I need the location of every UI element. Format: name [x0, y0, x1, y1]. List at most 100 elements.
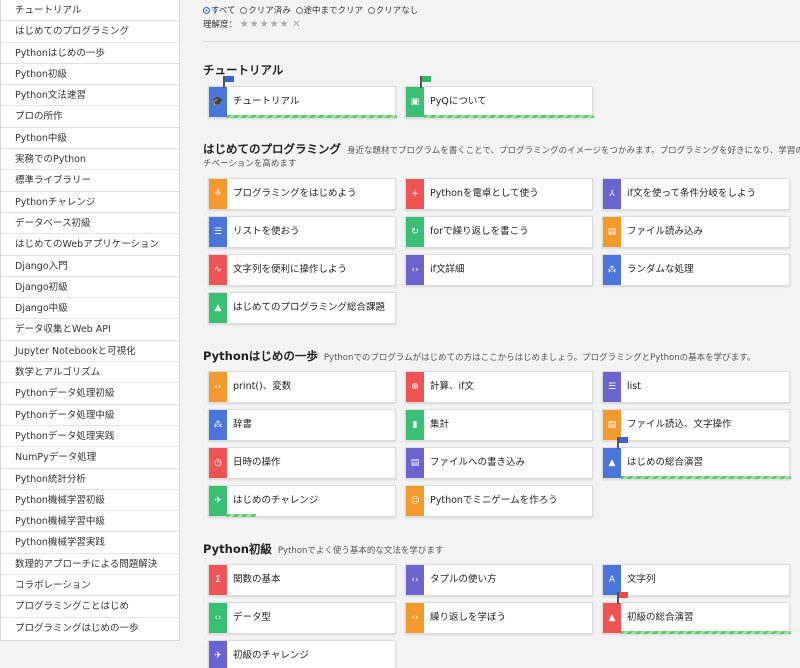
- flag-icon: [223, 76, 235, 88]
- lesson-icon: ▲: [603, 448, 621, 478]
- flag-icon: [617, 437, 629, 449]
- lesson-card[interactable]: ✈ はじめのチャレンジ: [208, 485, 396, 517]
- progress-bar: [227, 115, 397, 118]
- lesson-icon: ▤: [603, 217, 621, 247]
- lesson-icon: ‹›: [406, 565, 424, 595]
- sidebar-item[interactable]: Python中級: [1, 128, 179, 150]
- lesson-card[interactable]: ▮ 集計: [405, 409, 593, 441]
- lesson-card[interactable]: ▲ はじめの総合演習: [602, 437, 791, 479]
- lesson-title: 文字列を便利に操作しよう: [233, 264, 348, 275]
- lesson-icon: ☰: [603, 372, 621, 402]
- rating-stars[interactable]: ★★★★★: [240, 19, 290, 30]
- sidebar-item[interactable]: Pythonデータ処理中級: [1, 405, 179, 426]
- sidebar-item[interactable]: データ収集とWeb API: [1, 319, 179, 341]
- lesson-card[interactable]: ≛ プログラミングをはじめよう: [208, 178, 396, 210]
- sidebar-item[interactable]: プログラミングはじめの一歩: [1, 618, 179, 639]
- sidebar-item[interactable]: Python初級: [1, 64, 179, 86]
- sidebar-item[interactable]: プロの所作: [1, 106, 179, 128]
- divider: [203, 41, 800, 42]
- lesson-card[interactable]: ⊕ 計算、if文: [405, 371, 593, 403]
- lesson-card[interactable]: ▤ ファイル読込、文字操作: [602, 409, 790, 441]
- lesson-card[interactable]: ▤ ファイルへの書き込み: [405, 447, 593, 479]
- lesson-icon: ⁂: [209, 410, 227, 440]
- lesson-icon: ▤: [603, 410, 621, 440]
- lesson-card[interactable]: ∿ 文字列を便利に操作しよう: [208, 254, 396, 286]
- lesson-title: 初級の総合演習: [627, 612, 694, 623]
- filter-cleared[interactable]: クリア済み: [240, 6, 291, 16]
- sidebar-item[interactable]: Django初級: [1, 277, 179, 299]
- lesson-card[interactable]: ▣ PyQについて: [405, 76, 594, 118]
- lesson-title: 日時の操作: [233, 457, 281, 468]
- sidebar-item[interactable]: NumPyデータ処理: [1, 447, 179, 469]
- lesson-title: if文を使って条件分岐をしよう: [627, 188, 757, 199]
- sidebar-item[interactable]: 数理的アプローチによる問題解決: [1, 554, 179, 576]
- lesson-card[interactable]: A 文字列: [602, 564, 790, 596]
- filter-none[interactable]: クリアなし: [367, 6, 418, 16]
- sidebar-item[interactable]: Python機械学習中級: [1, 511, 179, 533]
- lesson-card[interactable]: ☰ リストを使おう: [208, 216, 396, 248]
- lesson-card[interactable]: ▤ ファイル読み込み: [602, 216, 790, 248]
- lesson-icon: ▲: [209, 293, 227, 323]
- lesson-card[interactable]: 🎓 チュートリアル: [208, 76, 397, 118]
- lesson-title: ランダムな処理: [627, 264, 694, 275]
- sidebar-item[interactable]: 標準ライブラリー: [1, 170, 179, 192]
- sidebar-item[interactable]: はじめてのWebアプリケーション: [1, 234, 179, 256]
- lesson-card[interactable]: ⁂ ランダムな処理: [602, 254, 790, 286]
- lesson-icon: ‹›: [209, 372, 227, 402]
- radio-icon: [240, 7, 248, 14]
- lesson-card[interactable]: ◷ 日時の操作: [208, 447, 396, 479]
- lesson-icon: ‹›: [209, 603, 227, 633]
- section-description-continued: チベーションを高めます: [203, 159, 297, 169]
- lesson-card[interactable]: ‹› if文詳細: [405, 254, 593, 286]
- lesson-card[interactable]: ☰ list: [602, 371, 790, 403]
- lesson-card[interactable]: ‹› タプルの使い方: [405, 564, 593, 596]
- lesson-card[interactable]: ↻ forで繰り返しを書こう: [405, 216, 593, 248]
- sidebar-item[interactable]: 実務でのPython: [1, 149, 179, 171]
- sidebar-item[interactable]: はじめてのプログラミング: [1, 21, 179, 43]
- sidebar-item[interactable]: Jupyter Notebookと可視化: [1, 341, 179, 363]
- sidebar-item[interactable]: チュートリアル: [1, 0, 179, 22]
- sidebar-item[interactable]: Python機械学習実践: [1, 532, 179, 554]
- lesson-title: 初級のチャレンジ: [233, 650, 309, 661]
- lesson-card[interactable]: ▲ はじめてのプログラミング総合課題: [208, 292, 396, 324]
- radio-icon: [203, 7, 210, 14]
- sidebar-item[interactable]: Django中級: [1, 298, 179, 320]
- lesson-card[interactable]: Σ 関数の基本: [208, 564, 396, 596]
- sidebar-item[interactable]: Pythonデータ処理初級: [1, 383, 179, 405]
- lesson-title: ファイル読込、文字操作: [627, 419, 732, 430]
- sidebar-item[interactable]: プログラミングことはじめ: [1, 596, 179, 618]
- sidebar-item[interactable]: コラボレーション: [1, 575, 179, 597]
- sidebar-item[interactable]: Pythonはじめの一歩: [1, 43, 179, 64]
- lesson-card[interactable]: ⁂ 辞書: [208, 409, 396, 441]
- lesson-card[interactable]: ‹› 繰り返しを学ぼう: [405, 602, 593, 634]
- lesson-card[interactable]: ▲ 初級の総合演習: [602, 592, 791, 634]
- rating-clear-icon[interactable]: ✕: [292, 19, 301, 30]
- lesson-title: if文詳細: [430, 264, 465, 275]
- sidebar-item[interactable]: Python文法速習: [1, 85, 179, 107]
- rating-label: 理解度：: [203, 20, 238, 30]
- lesson-card[interactable]: ⅄ if文を使って条件分岐をしよう: [602, 178, 790, 210]
- course-sidebar: チュートリアル はじめてのプログラミング Pythonはじめの一歩 Python初級 P…: [0, 0, 180, 641]
- sidebar-item[interactable]: Django入門: [1, 256, 179, 277]
- progress-bar: [424, 115, 594, 118]
- section-description: 身近な題材でプログラムを書くことで、プログラミングのイメージをつかみます。プログ…: [347, 146, 800, 156]
- sidebar-item[interactable]: Pythonチャレンジ: [1, 192, 179, 213]
- lesson-card[interactable]: ‹› print()、変数: [208, 371, 396, 403]
- section-title-text: チュートリアル: [203, 63, 284, 77]
- filter-partial[interactable]: 途中までクリア: [295, 6, 363, 16]
- lesson-icon: ▤: [406, 448, 424, 478]
- lesson-card[interactable]: ‹› データ型: [208, 602, 396, 634]
- lesson-card[interactable]: ✈ 初級のチャレンジ: [208, 640, 396, 668]
- sidebar-item[interactable]: 数学とアルゴリズム: [1, 362, 179, 384]
- sidebar-item[interactable]: Python統計分析: [1, 469, 179, 490]
- sidebar-item[interactable]: Python機械学習初級: [1, 490, 179, 512]
- lesson-title: 文字列: [627, 574, 656, 585]
- sidebar-item[interactable]: データベース初級: [1, 213, 179, 235]
- lesson-card[interactable]: + Pythonを電卓として使う: [405, 178, 593, 210]
- sidebar-item[interactable]: Pythonデータ処理実践: [1, 426, 179, 448]
- lesson-card[interactable]: ☺ Pythonでミニゲームを作ろう: [405, 485, 593, 517]
- filter-all[interactable]: すべて: [203, 6, 236, 16]
- progress-bar: [227, 514, 256, 517]
- lesson-icon: ✈: [209, 641, 227, 668]
- section-title: Python初級 Pythonでよく使う基本的な文法を学びます: [203, 541, 443, 557]
